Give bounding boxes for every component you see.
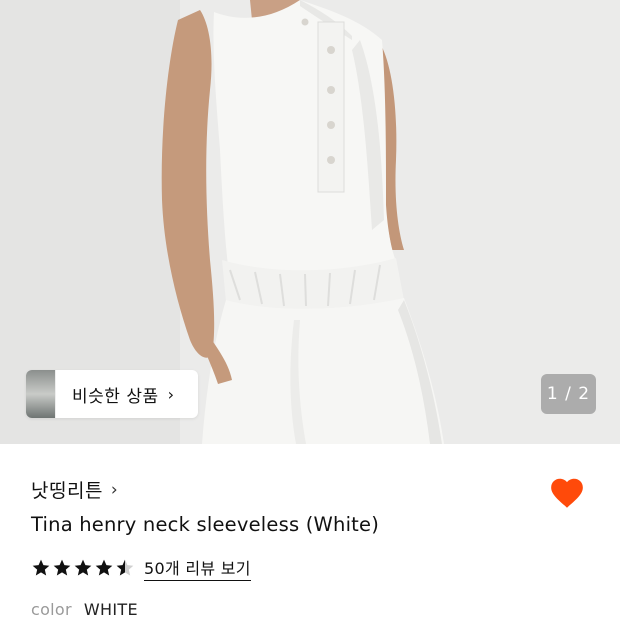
chevron-right-icon: › bbox=[110, 479, 118, 500]
rating-stars bbox=[31, 558, 136, 578]
color-option: color WHITE bbox=[31, 600, 138, 619]
heart-icon[interactable] bbox=[548, 474, 586, 512]
brand-name: 낫띵리튼 bbox=[31, 480, 103, 502]
review-link[interactable]: 50개 리뷰 보기 bbox=[144, 555, 251, 581]
similar-products-label: 비슷한 상품 bbox=[72, 386, 159, 407]
option-label: color bbox=[31, 600, 72, 619]
similar-products-thumbnail bbox=[26, 370, 56, 418]
similar-products-button[interactable]: 비슷한 상품 › bbox=[26, 370, 198, 418]
star-full-icon bbox=[53, 559, 71, 576]
brand-link[interactable]: 낫띵리튼 › bbox=[31, 476, 118, 503]
option-value: WHITE bbox=[83, 600, 138, 619]
product-image[interactable]: 비슷한 상품 › 1 / 2 bbox=[0, 0, 620, 444]
star-full-icon bbox=[32, 559, 50, 576]
star-full-icon bbox=[74, 559, 92, 576]
chevron-right-icon: › bbox=[167, 384, 175, 404]
product-title: Tina henry neck sleeveless (White) bbox=[31, 513, 380, 536]
rating-row: 50개 리뷰 보기 bbox=[31, 555, 251, 581]
star-half-icon bbox=[116, 559, 134, 576]
image-pager: 1 / 2 bbox=[541, 374, 596, 414]
star-full-icon bbox=[95, 559, 113, 576]
